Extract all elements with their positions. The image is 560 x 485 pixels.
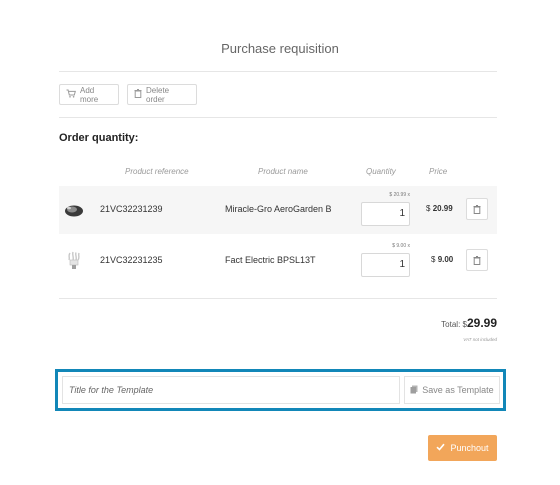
trash-icon bbox=[473, 255, 481, 265]
table-row: 21VC32231239 Miracle-Gro AeroGarden B $ … bbox=[59, 186, 497, 234]
add-more-button[interactable]: Add more bbox=[59, 84, 119, 105]
total-value: 29.99 bbox=[466, 316, 497, 330]
product-name: Fact Electric BPSL13T bbox=[225, 255, 316, 265]
remove-item-button[interactable] bbox=[466, 249, 488, 271]
quantity-input[interactable]: 1 bbox=[361, 253, 410, 277]
cart-icon bbox=[66, 89, 76, 100]
column-header-product-name: Product name bbox=[258, 167, 308, 176]
trash-icon bbox=[134, 89, 142, 100]
garden-pod-icon bbox=[63, 199, 85, 221]
order-total: Total: $29.99 bbox=[441, 316, 497, 330]
delete-order-button[interactable]: Delete order bbox=[127, 84, 197, 105]
currency-symbol: $ bbox=[426, 204, 431, 213]
table-row: 21VC32231235 Fact Electric BPSL13T $ 9.0… bbox=[59, 237, 497, 285]
product-name: Miracle-Gro AeroGarden B bbox=[225, 204, 332, 214]
section-title: Order quantity: bbox=[59, 132, 139, 144]
checkmark-icon bbox=[436, 443, 446, 453]
price-value: 9.00 bbox=[437, 255, 454, 264]
line-price: $ 20.99 bbox=[426, 204, 453, 213]
column-header-quantity: Quantity bbox=[366, 167, 396, 176]
divider bbox=[59, 71, 497, 72]
vat-note: VAT not included bbox=[463, 337, 497, 342]
quantity-input[interactable]: 1 bbox=[361, 202, 410, 226]
total-label: Total: $ bbox=[441, 320, 467, 329]
divider bbox=[59, 298, 497, 299]
unit-price: $ 20.99 x bbox=[389, 192, 410, 198]
template-title-input[interactable]: Title for the Template bbox=[62, 376, 400, 404]
copy-icon bbox=[410, 385, 418, 396]
save-as-template-label: Save as Template bbox=[422, 385, 494, 395]
punchout-button[interactable]: Punchout bbox=[428, 435, 497, 461]
column-header-product-reference: Product reference bbox=[125, 167, 189, 176]
unit-price: $ 9.00 x bbox=[392, 243, 410, 249]
lightbulb-icon bbox=[63, 250, 85, 272]
save-template-panel: Title for the Template Save as Template bbox=[55, 369, 506, 411]
page-title: Purchase requisition bbox=[221, 41, 339, 56]
product-reference: 21VC32231239 bbox=[100, 204, 163, 214]
remove-item-button[interactable] bbox=[466, 198, 488, 220]
punchout-label: Punchout bbox=[450, 443, 489, 453]
add-more-label: Add more bbox=[80, 85, 99, 104]
product-reference: 21VC32231235 bbox=[100, 255, 163, 265]
column-header-price: Price bbox=[429, 167, 448, 176]
currency-symbol: $ bbox=[431, 255, 436, 264]
delete-order-label: Delete order bbox=[146, 85, 170, 104]
price-value: 20.99 bbox=[432, 204, 453, 213]
line-price: $ 9.00 bbox=[431, 255, 453, 264]
save-as-template-button[interactable]: Save as Template bbox=[404, 376, 500, 404]
divider bbox=[59, 117, 497, 118]
purchase-requisition-page: Purchase requisition Add more Delete ord… bbox=[0, 0, 560, 485]
trash-icon bbox=[473, 204, 481, 214]
